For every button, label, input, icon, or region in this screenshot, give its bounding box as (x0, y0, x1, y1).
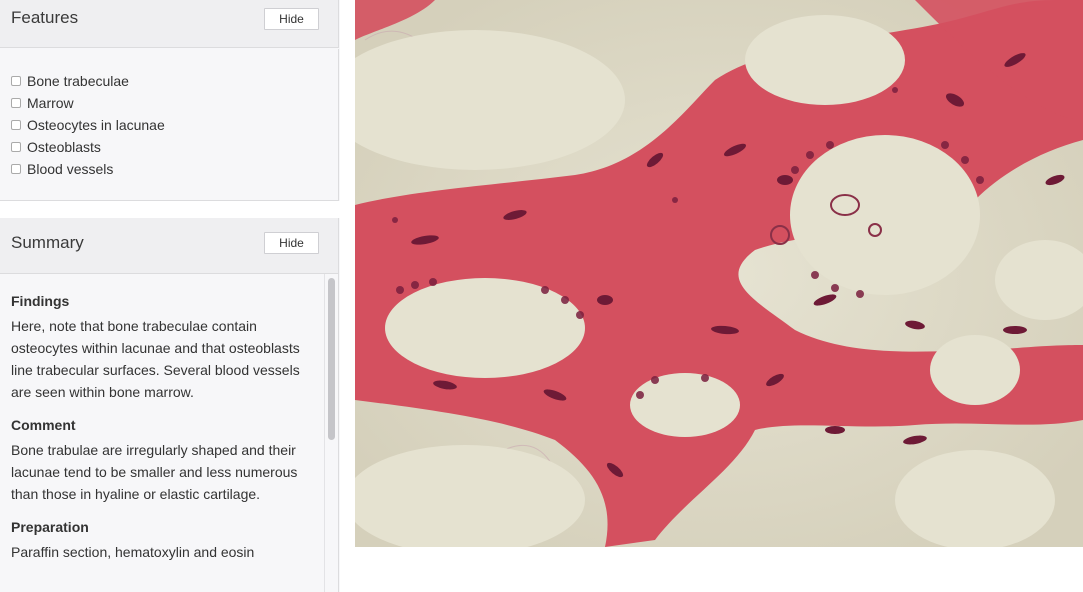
checkbox[interactable] (11, 164, 21, 174)
summary-body: Findings Here, note that bone trabeculae… (0, 274, 339, 592)
feature-blood-vessels[interactable]: Blood vessels (11, 159, 113, 179)
checkbox[interactable] (11, 98, 21, 108)
scrollbar-thumb[interactable] (328, 278, 335, 440)
features-panel-header: Features Hide (0, 0, 339, 48)
bone-micrograph (355, 0, 1083, 547)
features-list: Bone trabeculae Marrow Osteocytes in lac… (0, 49, 339, 201)
feature-bone-trabeculae[interactable]: Bone trabeculae (11, 71, 129, 91)
comment-text: Bone trabulae are irregularly shaped and… (11, 442, 298, 502)
feature-label: Osteoblasts (27, 139, 101, 155)
feature-label: Bone trabeculae (27, 73, 129, 89)
preparation-text: Paraffin section, hematoxylin and eosin (11, 544, 255, 560)
summary-title: Summary (11, 233, 84, 252)
feature-marrow[interactable]: Marrow (11, 93, 74, 113)
feature-label: Osteocytes in lacunae (27, 117, 165, 133)
summary-panel-header: Summary Hide (0, 218, 339, 274)
feature-osteoblasts[interactable]: Osteoblasts (11, 137, 101, 157)
features-title: Features (11, 8, 79, 27)
histology-slide-image[interactable] (355, 0, 1083, 547)
feature-label: Marrow (27, 95, 74, 111)
checkbox[interactable] (11, 142, 21, 152)
findings-text: Here, note that bone trabeculae contain … (11, 318, 300, 400)
feature-osteocytes-in-lacunae[interactable]: Osteocytes in lacunae (11, 115, 165, 135)
preparation-heading: Preparation (11, 519, 89, 535)
features-hide-button[interactable]: Hide (264, 8, 319, 30)
panel-gap (0, 201, 340, 218)
summary-content: Findings Here, note that bone trabeculae… (11, 290, 311, 574)
feature-label: Blood vessels (27, 161, 114, 177)
checkbox[interactable] (11, 76, 21, 86)
sidebar: Features Hide Bone trabeculae Marrow Ost… (0, 0, 340, 592)
summary-scrollbar[interactable] (324, 274, 338, 592)
comment-heading: Comment (11, 417, 76, 433)
summary-hide-button[interactable]: Hide (264, 232, 319, 254)
findings-heading: Findings (11, 293, 70, 309)
checkbox[interactable] (11, 120, 21, 130)
